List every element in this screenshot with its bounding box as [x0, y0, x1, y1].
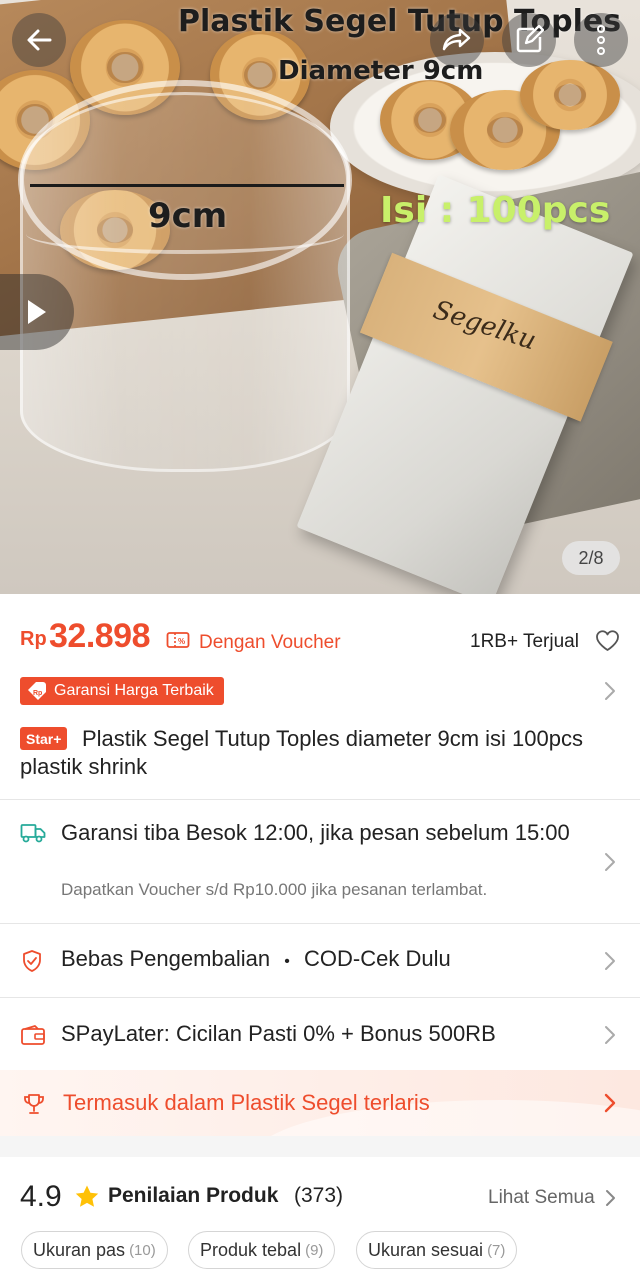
- brand-band: Segelku: [359, 252, 613, 422]
- play-video-button[interactable]: [0, 274, 74, 350]
- rating-label: Penilaian Produk: [108, 1184, 279, 1207]
- best-price-guarantee-badge[interactable]: Rp Garansi Harga Terbaik: [20, 677, 224, 705]
- star-plus-badge: Star+: [20, 727, 68, 750]
- review-tag-label: Ukuran pas: [33, 1239, 126, 1260]
- product-image-gallery[interactable]: Segelku Plastik Segel Tutup Toples Diame…: [0, 0, 640, 594]
- rating-score: 4.9: [20, 1180, 62, 1213]
- rating-count: (373): [294, 1184, 344, 1207]
- cookie: [520, 60, 620, 130]
- back-arrow-icon: [27, 29, 52, 51]
- review-tag-count: (9): [305, 1241, 324, 1259]
- shipping-voucher-note: Dapatkan Voucher s/d Rp10.000 jika pesan…: [61, 880, 488, 899]
- more-button[interactable]: [574, 13, 628, 67]
- review-tag-count: (7): [487, 1241, 506, 1259]
- voucher-label[interactable]: Dengan Voucher: [199, 632, 341, 654]
- image-page-indicator: 2/8: [562, 541, 620, 575]
- heart-icon[interactable]: [595, 629, 620, 652]
- star-icon: [75, 1185, 99, 1207]
- free-return-text: Bebas Pengembalian • COD-Cek Dulu: [61, 946, 451, 972]
- review-tag-label: Ukuran sesuai: [368, 1239, 484, 1260]
- svg-text:Rp: Rp: [33, 690, 42, 697]
- edit-icon: [516, 25, 544, 53]
- sold-count: 1RB+ Terjual: [470, 631, 579, 652]
- share-icon: [442, 28, 471, 51]
- spaylater-text: SPayLater: Cicilan Pasti 0% + Bonus 500R…: [61, 1021, 496, 1046]
- price-value: 32.898: [49, 617, 151, 655]
- shield-check-icon: [23, 950, 41, 972]
- review-tag-label: Produk tebal: [200, 1239, 302, 1260]
- play-icon: [28, 300, 46, 324]
- price-currency: Rp: [20, 628, 47, 650]
- review-tag-chip[interactable]: Produk tebal (9): [188, 1231, 336, 1269]
- free-return-label: Bebas Pengembalian: [61, 946, 271, 971]
- edit-button[interactable]: [502, 13, 556, 67]
- review-tag-chip[interactable]: Ukuran sesuai (7): [356, 1231, 518, 1269]
- separator-dot: •: [284, 953, 290, 970]
- wallet-icon: [21, 1025, 45, 1045]
- truck-icon: [20, 824, 46, 843]
- see-all-ratings-link[interactable]: Lihat Semua: [488, 1187, 595, 1209]
- diameter-line: [30, 184, 344, 187]
- chevron-right-icon[interactable]: [604, 951, 616, 971]
- chevron-right-icon[interactable]: [605, 1189, 616, 1207]
- bestseller-text: Termasuk dalam Plastik Segel terlaris: [63, 1090, 430, 1115]
- svg-text:%: %: [178, 637, 185, 646]
- chevron-right-icon[interactable]: [604, 852, 616, 872]
- review-tag-chip[interactable]: Ukuran pas (10): [21, 1231, 168, 1269]
- voucher-icon: %: [166, 632, 190, 648]
- brand-band-text: Segelku: [429, 294, 540, 357]
- image-caption-size: 9cm: [148, 196, 228, 236]
- review-tag-count: (10): [129, 1241, 156, 1259]
- back-button[interactable]: [12, 13, 66, 67]
- chevron-right-icon[interactable]: [604, 1093, 616, 1113]
- chevron-right-icon[interactable]: [604, 681, 616, 701]
- image-caption-isi: Isi : 100pcs: [380, 190, 611, 231]
- trophy-icon: [24, 1094, 44, 1114]
- chevron-right-icon[interactable]: [604, 1025, 616, 1045]
- shipping-guarantee-text: Garansi tiba Besok 12:00, jika pesan seb…: [61, 820, 570, 845]
- price-tag-icon: Rp: [28, 682, 46, 700]
- share-button[interactable]: [430, 13, 484, 67]
- product-title: Plastik Segel Tutup Toples diameter 9cm …: [20, 726, 583, 779]
- best-price-guarantee-label: Garansi Harga Terbaik: [54, 682, 214, 699]
- more-icon: [597, 25, 605, 55]
- cod-label: COD-Cek Dulu: [304, 946, 451, 971]
